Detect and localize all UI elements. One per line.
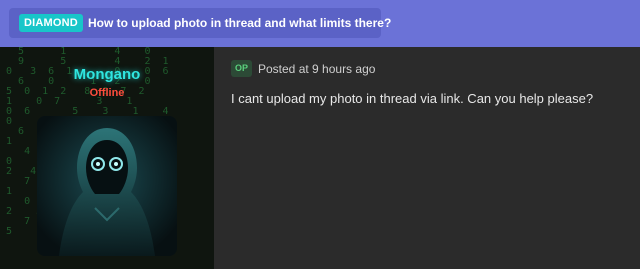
post-message: I cant upload my photo in thread via lin… (231, 91, 594, 106)
avatar[interactable] (37, 116, 177, 256)
online-status: Offline (89, 87, 125, 99)
thread-title-bar[interactable]: DIAMOND How to upload photo in thread an… (9, 8, 391, 38)
post-timestamp: Posted at 9 hours ago (258, 62, 376, 76)
username[interactable]: Mongano (0, 66, 214, 83)
thread-title[interactable]: How to upload photo in thread and what l… (88, 16, 391, 30)
diamond-badge: DIAMOND (19, 14, 83, 32)
hooded-figure-icon (37, 116, 177, 256)
op-badge: OP (231, 60, 252, 77)
user-info-panel: 5 1 4 0 9 5 4 2 1 0 3 6 1 0 0 6 6 0 1 2 … (0, 47, 214, 269)
post-body: OP Posted at 9 hours ago I cant upload m… (214, 47, 640, 269)
thread-header: DIAMOND How to upload photo in thread an… (0, 0, 640, 47)
